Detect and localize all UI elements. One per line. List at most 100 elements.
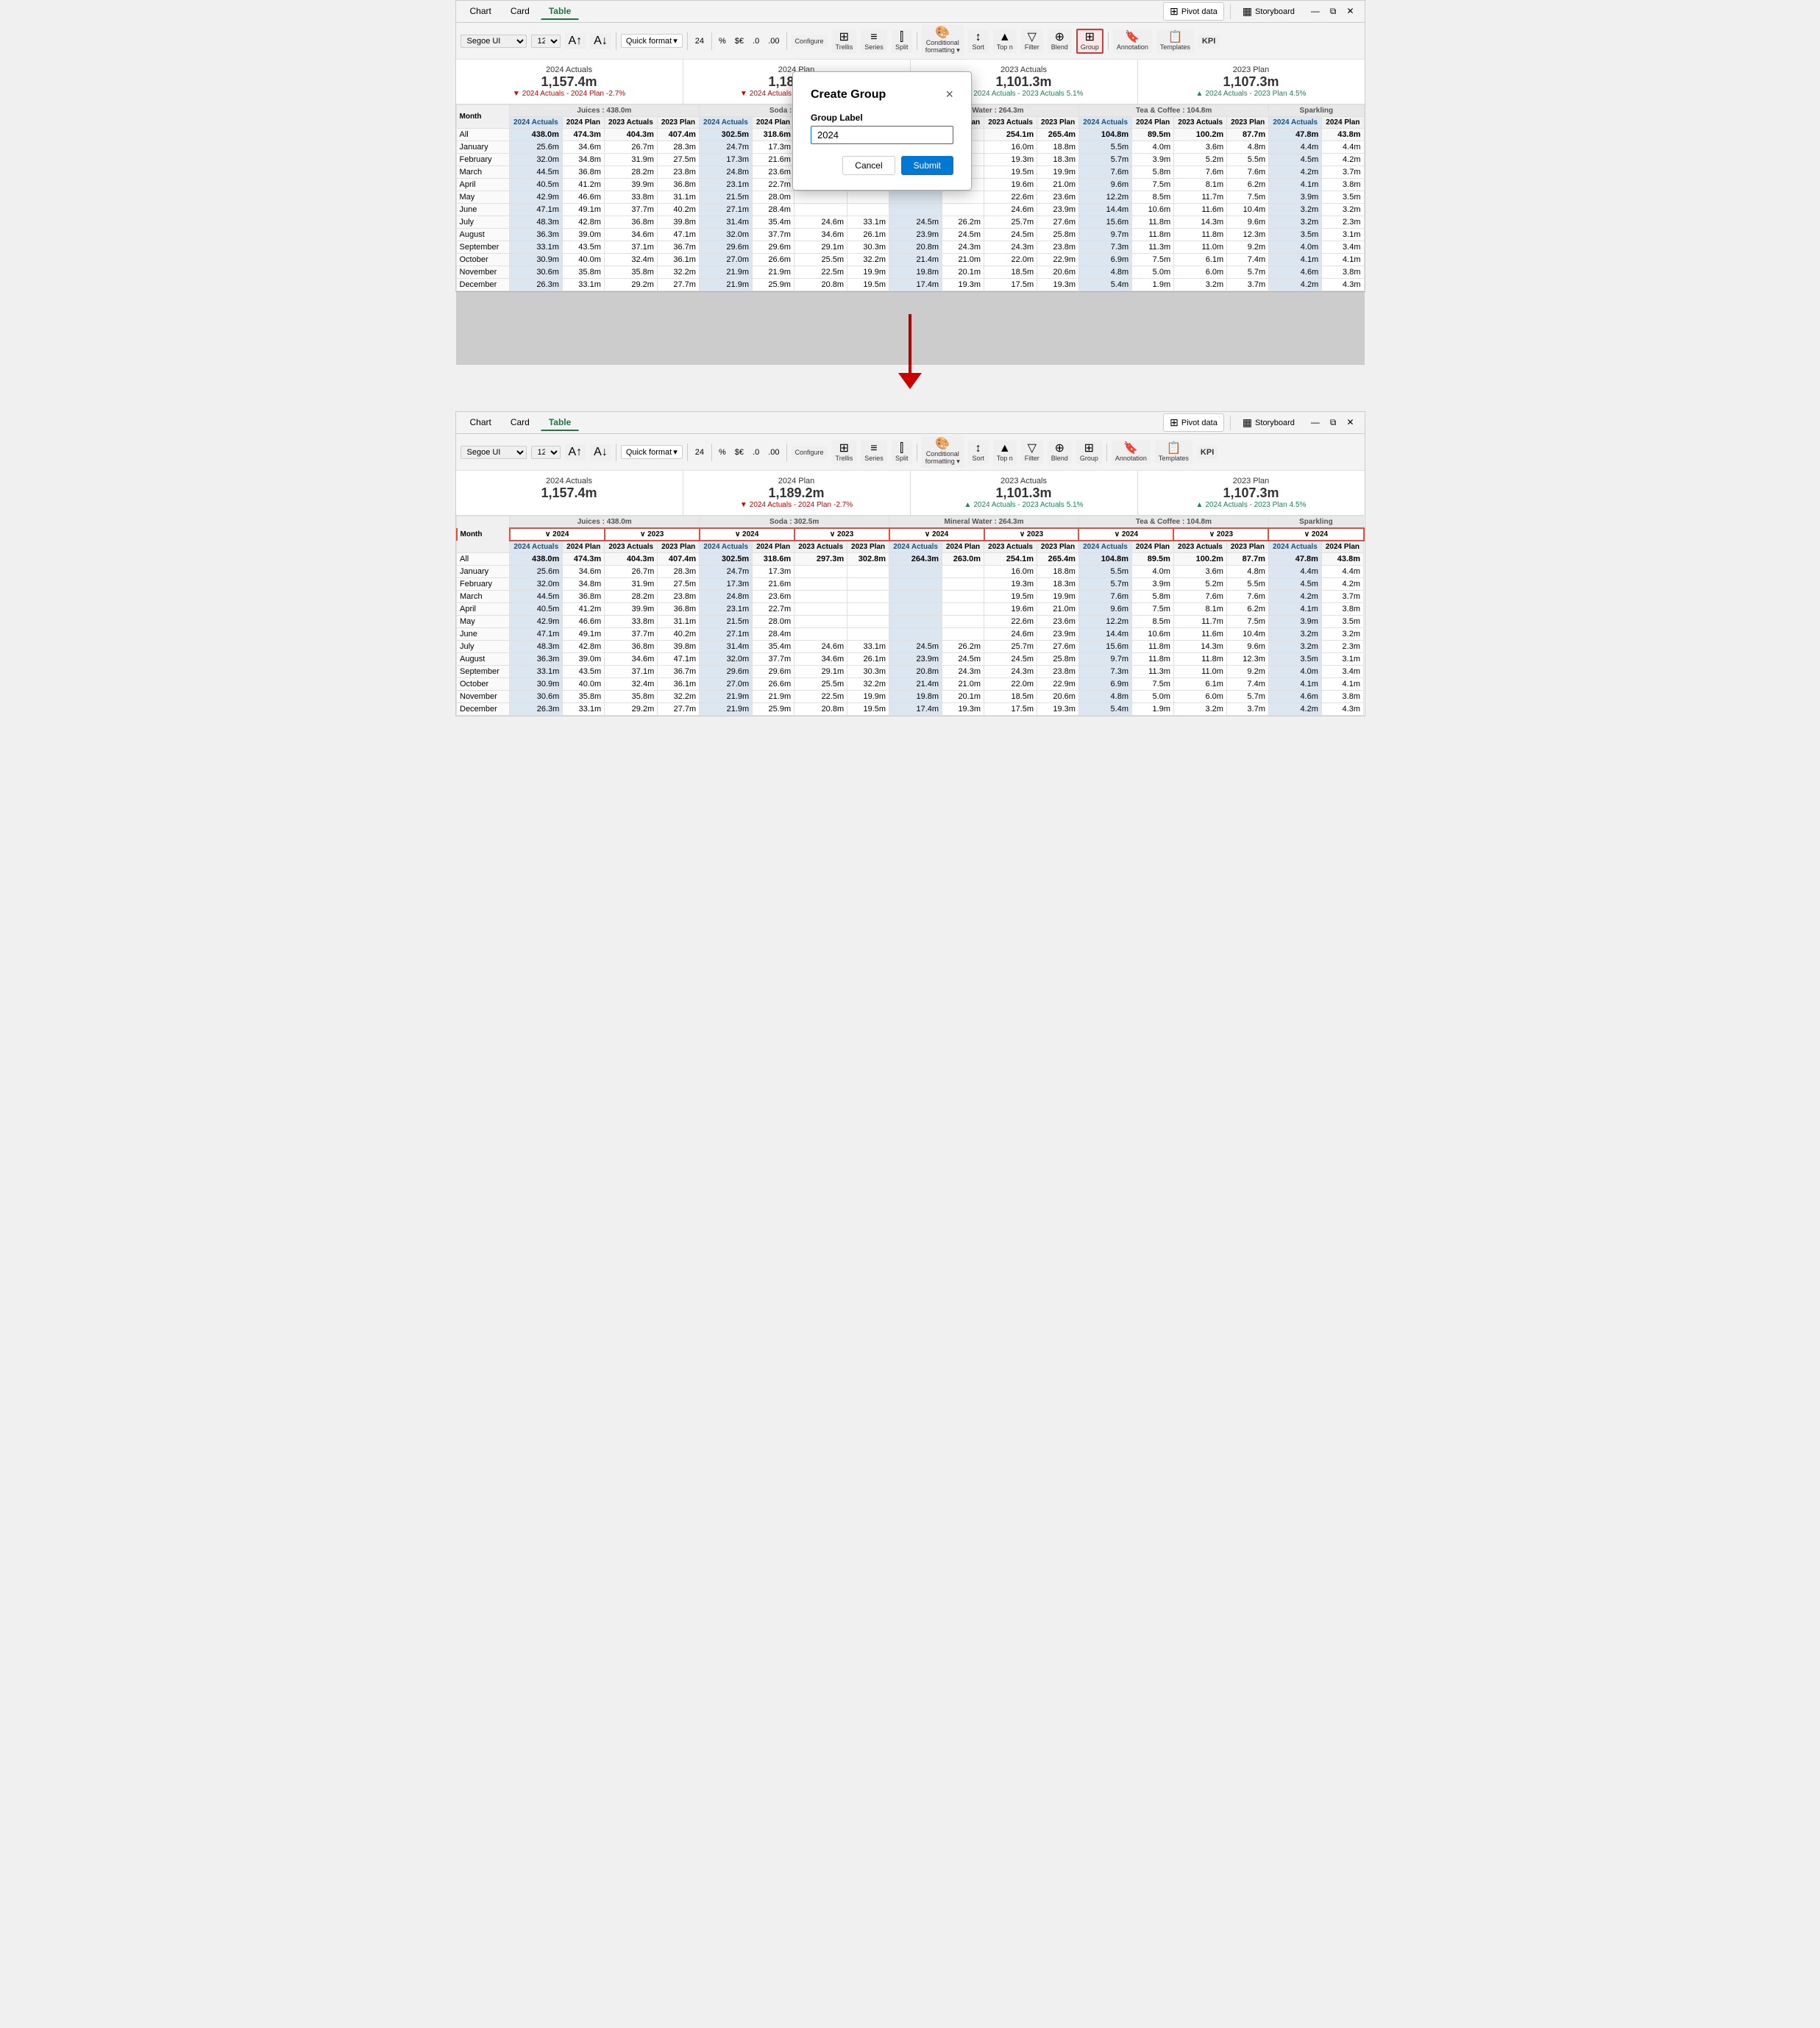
group-btn-2[interactable]: ⊞ Group [1076, 441, 1102, 464]
pivot-data-label: Pivot data [1181, 7, 1218, 16]
soda-2023-group[interactable]: ∨ 2023 [795, 528, 889, 541]
tab-table[interactable]: Table [541, 3, 579, 20]
configure-btn[interactable]: Configure [792, 35, 828, 47]
sp2-2024p: 2024 Plan [1321, 541, 1363, 553]
juices-2024-group[interactable]: ∨ 2024 [510, 528, 605, 541]
split-btn[interactable]: ⫿ Split [892, 29, 912, 53]
split-btn-2[interactable]: ⫿ Split [892, 441, 912, 464]
cell2-november-7: 19.9m [847, 691, 889, 703]
decrease-font-btn-2[interactable]: A↓ [590, 444, 611, 460]
cell2-september-17: 3.4m [1321, 666, 1363, 678]
top-n-btn-2[interactable]: ▲ Top n [993, 441, 1017, 464]
sort-btn-2[interactable]: ↕ Sort [968, 441, 989, 464]
tab2-chart[interactable]: Chart [462, 414, 500, 431]
dec-decrease-btn-2[interactable]: .00 [766, 447, 781, 458]
close-btn[interactable]: ✕ [1342, 5, 1358, 18]
cell2-december-7: 19.5m [847, 703, 889, 716]
cell2-august-6: 34.6m [795, 653, 847, 666]
templates-btn[interactable]: 📋 Templates [1156, 29, 1194, 53]
cell2-august-16: 3.5m [1268, 653, 1321, 666]
dollar-btn[interactable]: $€ [733, 36, 746, 46]
mineral-2023-group[interactable]: ∨ 2023 [984, 528, 1079, 541]
sparkling-2024-group[interactable]: ∨ 2024 [1268, 528, 1363, 541]
font-family-select[interactable]: Segoe UI [461, 35, 527, 48]
juices-2023-group[interactable]: ∨ 2023 [605, 528, 700, 541]
trellis-btn[interactable]: ⊞ Trellis [832, 29, 857, 53]
cell2-october-15: 7.4m [1226, 678, 1268, 691]
compare2-arrow-1: ▼ [740, 501, 747, 509]
modal-close-btn[interactable]: × [945, 87, 953, 102]
cell2-january-0: 25.6m [510, 566, 563, 578]
kpi-btn-2[interactable]: KPI [1197, 446, 1218, 459]
pivot-data-button[interactable]: ⊞ Pivot data [1163, 2, 1224, 21]
cell2-january-13: 4.0m [1132, 566, 1174, 578]
tab-chart[interactable]: Chart [462, 3, 500, 20]
cell-september-6: 29.1m [794, 241, 847, 254]
soda-2024-group[interactable]: ∨ 2024 [700, 528, 795, 541]
window-controls: — ⧉ ✕ [1307, 5, 1359, 18]
conditional-formatting-btn-2[interactable]: 🎨 Conditionalformatting ▾ [922, 436, 964, 468]
tea-2024-group[interactable]: ∨ 2024 [1078, 528, 1173, 541]
blend-btn[interactable]: ⊕ Blend [1048, 29, 1072, 53]
cell-september-0: 33.1m [509, 241, 562, 254]
row2-label-may: May [457, 616, 510, 628]
minimize-btn[interactable]: — [1307, 5, 1324, 18]
tab-card[interactable]: Card [502, 3, 538, 20]
annotation-btn[interactable]: 🔖 Annotation [1113, 29, 1152, 53]
blend-btn-2[interactable]: ⊕ Blend [1048, 441, 1072, 464]
annotation-btn-2[interactable]: 🔖 Annotation [1112, 441, 1151, 464]
cancel-button[interactable]: Cancel [842, 156, 895, 175]
quick-format-button-2[interactable]: Quick format ▾ [621, 445, 683, 459]
sort-btn[interactable]: ↕ Sort [968, 29, 989, 53]
dec-increase-btn[interactable]: .0 [750, 36, 761, 46]
kpi-btn[interactable]: KPI [1198, 35, 1219, 48]
tab2-card[interactable]: Card [502, 414, 538, 431]
submit-button[interactable]: Submit [901, 156, 953, 175]
filter-btn[interactable]: ▽ Filter [1021, 29, 1043, 53]
group-btn[interactable]: ⊞ Group [1076, 29, 1103, 54]
configure-btn-2[interactable]: Configure [792, 446, 828, 458]
top-n-btn[interactable]: ▲ Top n [993, 29, 1017, 53]
dec-increase-btn-2[interactable]: .0 [750, 447, 761, 458]
mineral-2024-group[interactable]: ∨ 2024 [889, 528, 984, 541]
series-btn[interactable]: ≡ Series [861, 29, 887, 53]
cell-all-11: 265.4m [1037, 129, 1079, 141]
group-label-input[interactable] [811, 126, 953, 144]
cell-december-10: 17.5m [984, 279, 1037, 291]
templates-btn-2[interactable]: 📋 Templates [1155, 441, 1192, 464]
quick-format-button[interactable]: Quick format ▾ [621, 34, 683, 48]
increase-font-btn-2[interactable]: A↑ [565, 444, 586, 460]
cell-october-8: 21.4m [889, 254, 942, 266]
cell2-november-13: 5.0m [1132, 691, 1174, 703]
cell-december-7: 19.5m [847, 279, 889, 291]
font-size-select-2[interactable]: 12 [531, 446, 561, 459]
s2-2023p: 2023 Plan [847, 541, 889, 553]
cell2-december-10: 17.5m [984, 703, 1037, 716]
pivot-data-button-2[interactable]: ⊞ Pivot data [1163, 413, 1224, 432]
cell-october-17: 4.1m [1322, 254, 1364, 266]
cell-march-10: 19.5m [984, 166, 1037, 179]
cell-june-4: 27.1m [699, 204, 752, 216]
font-family-select-2[interactable]: Segoe UI [461, 446, 527, 459]
percent-btn[interactable]: % [717, 36, 728, 46]
storyboard-button-2[interactable]: ▦ Storyboard [1237, 414, 1301, 431]
create-group-modal[interactable]: Create Group × Group Label Cancel Submit [792, 71, 972, 191]
close-btn-2[interactable]: ✕ [1342, 416, 1358, 429]
tab2-table[interactable]: Table [541, 414, 579, 431]
trellis-btn-2[interactable]: ⊞ Trellis [832, 441, 857, 464]
series-btn-2[interactable]: ≡ Series [861, 441, 887, 464]
dollar-btn-2[interactable]: $€ [733, 447, 746, 458]
filter-btn-2[interactable]: ▽ Filter [1021, 441, 1043, 464]
font-size-select[interactable]: 12 [531, 35, 561, 48]
storyboard-button[interactable]: ▦ Storyboard [1237, 3, 1301, 20]
minimize-btn-2[interactable]: — [1307, 416, 1324, 429]
maximize-btn[interactable]: ⧉ [1326, 5, 1341, 18]
maximize-btn-2[interactable]: ⧉ [1326, 416, 1341, 429]
increase-font-btn[interactable]: A↑ [565, 33, 586, 49]
decrease-font-btn[interactable]: A↓ [590, 33, 611, 49]
conditional-formatting-btn[interactable]: 🎨 Conditionalformatting ▾ [922, 25, 964, 57]
tea-2023-group[interactable]: ∨ 2023 [1173, 528, 1268, 541]
percent-btn-2[interactable]: % [717, 447, 728, 458]
dec-decrease-btn[interactable]: .00 [766, 36, 781, 46]
row-label-december: December [456, 279, 509, 291]
